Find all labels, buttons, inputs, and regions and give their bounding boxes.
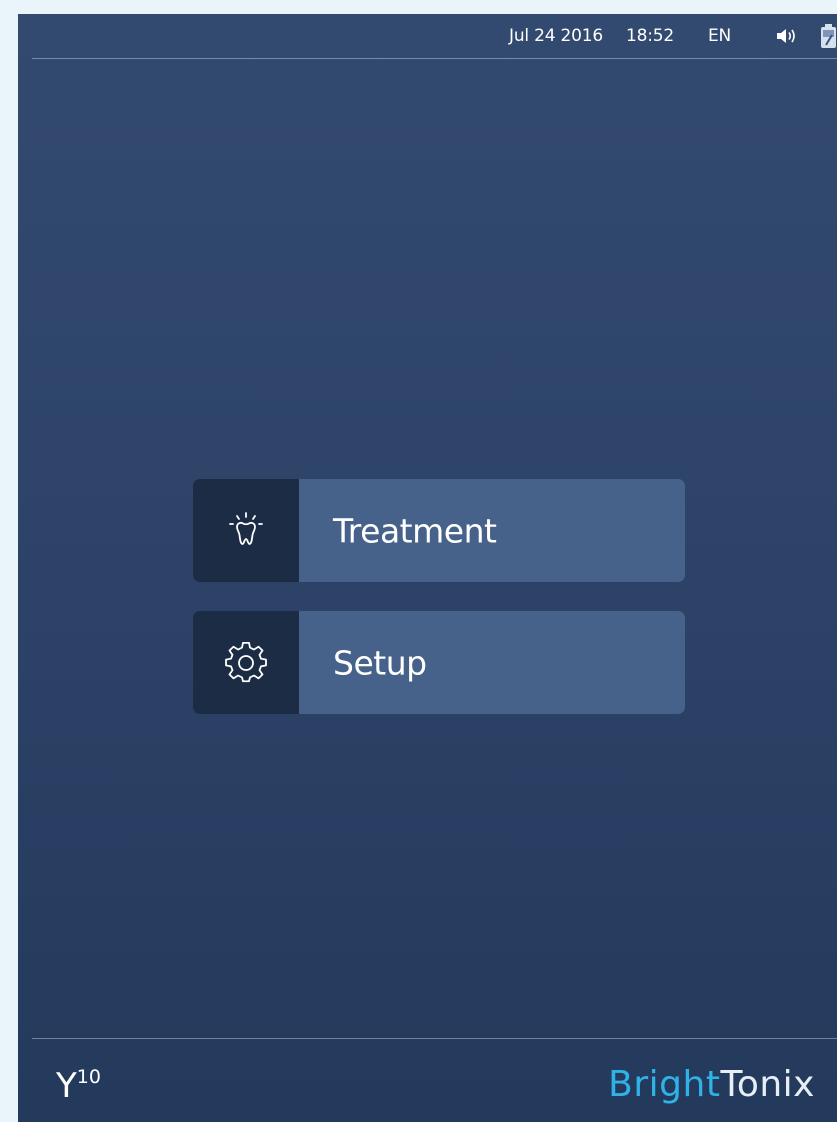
model-logo: Y10 <box>56 1066 101 1106</box>
tooth-light-icon <box>229 511 263 545</box>
battery-icon <box>820 24 837 48</box>
treatment-button[interactable]: Treatment <box>193 479 685 582</box>
brand-name-part1: Bright <box>608 1064 721 1105</box>
model-letter: Y <box>56 1066 77 1106</box>
setup-button[interactable]: Setup <box>193 611 685 714</box>
status-bar: Jul 24 2016 18:52 EN <box>18 14 837 58</box>
speaker-icon[interactable] <box>776 27 798 45</box>
treatment-icon-box <box>193 479 299 582</box>
brand-name-part2: Tonix <box>720 1064 815 1105</box>
device-screen: Jul 24 2016 18:52 EN Treatment Setup Y10… <box>18 14 837 1122</box>
status-divider <box>32 58 837 59</box>
treatment-label-box[interactable]: Treatment <box>299 479 685 582</box>
treatment-label: Treatment <box>333 511 497 550</box>
setup-label: Setup <box>333 643 427 682</box>
footer-divider <box>32 1038 837 1039</box>
model-number: 10 <box>76 1065 101 1088</box>
setup-label-box[interactable]: Setup <box>299 611 685 714</box>
setup-icon-box <box>193 611 299 714</box>
language-indicator[interactable]: EN <box>708 26 731 46</box>
status-date: Jul 24 2016 <box>509 26 604 46</box>
status-time: 18:52 <box>626 26 674 46</box>
gear-icon <box>225 641 267 682</box>
brand-logo: BrightTonix <box>608 1064 815 1105</box>
